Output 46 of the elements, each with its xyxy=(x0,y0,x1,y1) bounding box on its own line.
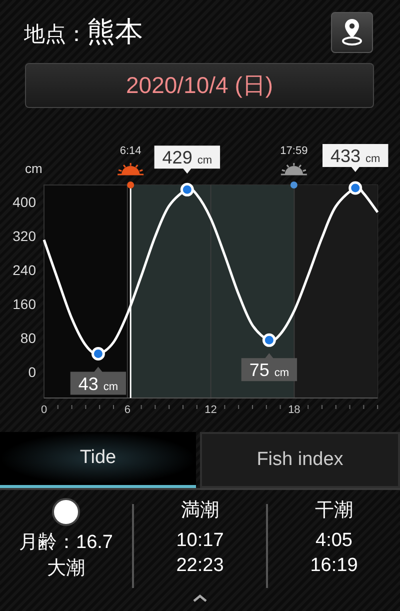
location-label: 地点： xyxy=(24,22,87,48)
axis-tick-label: 18 xyxy=(288,404,300,416)
tide-time: 22:23 xyxy=(176,554,224,578)
axis-tick-label: 160 xyxy=(12,296,36,312)
axis-tick-label: 0 xyxy=(40,404,48,416)
value-callout: 433 cm xyxy=(322,144,388,172)
tide-time: 10:17 xyxy=(176,528,224,553)
sun-marker xyxy=(290,182,298,188)
value-callout: 43 cm xyxy=(70,366,126,395)
axis-tick-label: 400 xyxy=(12,194,36,210)
annotation: 433 cm xyxy=(330,146,380,166)
value-callout: 429 cm xyxy=(154,146,220,174)
annotation: 75 cm xyxy=(249,360,290,380)
data-point xyxy=(262,333,276,347)
location-pin-icon xyxy=(341,18,363,46)
axis-tick-label: 12 xyxy=(204,404,217,416)
tide-time: 16:19 xyxy=(310,554,358,578)
column-heading: 満潮 xyxy=(181,499,219,523)
column-heading: 干潮 xyxy=(315,499,353,523)
sun-time-label: 6:14 xyxy=(120,145,142,157)
axis-tick-label: 6 xyxy=(124,404,130,416)
annotation: 429 cm xyxy=(162,148,212,168)
annotation: 43 cm xyxy=(78,374,118,394)
data-point xyxy=(348,181,362,195)
data-point xyxy=(180,182,194,196)
axis-label: cm xyxy=(25,161,42,176)
tab[interactable]: Tide xyxy=(0,432,196,488)
chevron-up-icon[interactable] xyxy=(193,594,207,602)
sunrise-icon xyxy=(118,163,144,176)
tide-time: 4:05 xyxy=(316,528,352,553)
tide-type-label: 大潮 xyxy=(47,556,85,581)
value-callout: 75 cm xyxy=(241,353,298,382)
tab[interactable]: Fish index xyxy=(200,432,400,488)
data-point xyxy=(91,347,105,361)
date-button[interactable]: 2020/10/4 (日) xyxy=(25,63,374,108)
sunset-icon xyxy=(280,163,307,176)
axis-tick-label: 240 xyxy=(12,262,36,278)
sun-marker xyxy=(127,182,134,188)
moon-icon xyxy=(52,498,80,526)
location-button[interactable] xyxy=(331,12,373,52)
axis-tick-label: 80 xyxy=(20,330,36,346)
axis-tick-label: 0 xyxy=(28,364,36,380)
moon-age-label: 月齢：16.7 xyxy=(19,531,113,555)
sun-time-label: 17:59 xyxy=(280,145,308,157)
location-name: 熊本 xyxy=(87,15,143,49)
axis-tick-label: 320 xyxy=(12,228,36,244)
